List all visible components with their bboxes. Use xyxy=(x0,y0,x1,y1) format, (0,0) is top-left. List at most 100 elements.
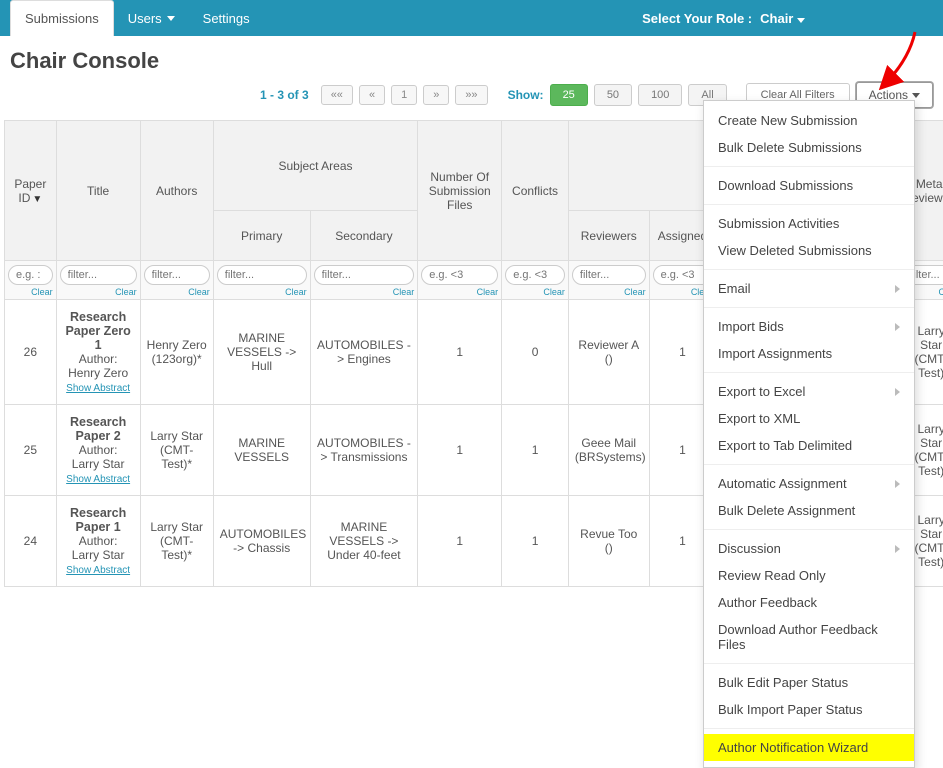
conflicts-link[interactable]: 1 xyxy=(502,405,569,496)
reviewers-cell: Revue Too () xyxy=(568,496,649,587)
col-subject-areas: Subject Areas xyxy=(213,121,417,211)
paper-id-link[interactable]: 25 xyxy=(5,405,57,496)
col-primary[interactable]: Primary xyxy=(213,211,310,261)
clear-filter[interactable]: Clear xyxy=(60,287,137,297)
menu-export-tab[interactable]: Export to Tab Delimited xyxy=(704,432,914,459)
role-dropdown[interactable]: Chair xyxy=(760,11,805,26)
secondary-cell: AUTOMOBILES -> Engines xyxy=(310,300,418,405)
pager-info: 1 - 3 of 3 xyxy=(260,88,309,102)
show-25[interactable]: 25 xyxy=(550,84,588,106)
menu-submission-activities[interactable]: Submission Activities xyxy=(704,210,914,237)
conflicts-link[interactable]: 0 xyxy=(502,300,569,405)
tab-label: Settings xyxy=(203,11,250,26)
col-paper-id[interactable]: Paper ID▼ xyxy=(5,121,57,261)
filter-files[interactable] xyxy=(421,265,498,285)
clear-filter[interactable]: Clear xyxy=(505,287,565,297)
title-cell: Research Paper Zero 1Author:Henry ZeroSh… xyxy=(56,300,140,405)
menu-author-feedback[interactable]: Author Feedback xyxy=(704,589,914,616)
filter-conflicts[interactable] xyxy=(505,265,565,285)
menu-bulk-delete-assignment[interactable]: Bulk Delete Assignment xyxy=(704,497,914,524)
clear-filter[interactable]: Clear xyxy=(144,287,210,297)
role-selector: Select Your Role : Chair xyxy=(642,11,933,26)
menu-download-author-feedback[interactable]: Download Author Feedback Files xyxy=(704,616,914,658)
menu-import-assignments[interactable]: Import Assignments xyxy=(704,340,914,367)
filter-primary[interactable] xyxy=(217,265,307,285)
menu-auto-assignment[interactable]: Automatic Assignment xyxy=(704,470,914,497)
tab-submissions[interactable]: Submissions xyxy=(10,0,114,36)
menu-email[interactable]: Email xyxy=(704,275,914,302)
pager-first[interactable]: «« xyxy=(321,85,353,105)
reviewers-cell: Reviewer A () xyxy=(568,300,649,405)
menu-label: Discussion xyxy=(718,541,781,556)
clear-filter[interactable]: Clear xyxy=(572,287,646,297)
menu-bulk-edit-status[interactable]: Bulk Edit Paper Status xyxy=(704,669,914,696)
authors-cell: Larry Star (CMT-Test)* xyxy=(140,405,213,496)
menu-create-submission[interactable]: Create New Submission xyxy=(704,107,914,134)
tab-label: Users xyxy=(128,11,162,26)
filter-authors[interactable] xyxy=(144,265,210,285)
col-reviewers[interactable]: Reviewers xyxy=(568,211,649,261)
menu-label: Export to Excel xyxy=(718,384,805,399)
primary-cell: MARINE VESSELS -> Hull xyxy=(213,300,310,405)
tab-label: Submissions xyxy=(25,11,99,26)
actions-dropdown: Create New Submission Bulk Delete Submis… xyxy=(703,100,915,768)
pager-page[interactable]: 1 xyxy=(391,85,417,105)
title-cell: Research Paper 1Author:Larry StarShow Ab… xyxy=(56,496,140,587)
chevron-down-icon xyxy=(167,16,175,21)
authors-cell: Larry Star (CMT-Test)* xyxy=(140,496,213,587)
menu-label: Email xyxy=(718,281,751,296)
title-cell: Research Paper 2Author:Larry StarShow Ab… xyxy=(56,405,140,496)
role-name: Chair xyxy=(760,11,793,26)
reviewers-cell: Geee Mail (BRSystems) xyxy=(568,405,649,496)
primary-cell: AUTOMOBILES -> Chassis xyxy=(213,496,310,587)
menu-download-submissions[interactable]: Download Submissions xyxy=(704,172,914,199)
show-abstract-link[interactable]: Show Abstract xyxy=(66,383,130,394)
col-conflicts[interactable]: Conflicts xyxy=(502,121,569,261)
col-authors[interactable]: Authors xyxy=(140,121,213,261)
files-cell: 1 xyxy=(418,300,502,405)
secondary-cell: AUTOMOBILES -> Transmissions xyxy=(310,405,418,496)
files-cell: 1 xyxy=(418,405,502,496)
menu-export-excel[interactable]: Export to Excel xyxy=(704,378,914,405)
menu-author-notification-wizard[interactable]: Author Notification Wizard xyxy=(704,734,914,761)
menu-review-read-only[interactable]: Review Read Only xyxy=(704,562,914,589)
col-title[interactable]: Title xyxy=(56,121,140,261)
show-100[interactable]: 100 xyxy=(638,84,682,106)
menu-import-bids[interactable]: Import Bids xyxy=(704,313,914,340)
filter-secondary[interactable] xyxy=(314,265,415,285)
paper-id-link[interactable]: 24 xyxy=(5,496,57,587)
menu-export-xml[interactable]: Export to XML xyxy=(704,405,914,432)
pager-last[interactable]: »» xyxy=(455,85,487,105)
show-label: Show: xyxy=(508,88,544,102)
clear-filter[interactable]: Clear xyxy=(421,287,498,297)
page-title: Chair Console xyxy=(0,36,943,78)
paper-id-link[interactable]: 26 xyxy=(5,300,57,405)
clear-filter[interactable]: Clear xyxy=(217,287,307,297)
pager-prev[interactable]: « xyxy=(359,85,385,105)
conflicts-link[interactable]: 1 xyxy=(502,496,569,587)
primary-cell: MARINE VESSELS xyxy=(213,405,310,496)
menu-bulk-delete-submissions[interactable]: Bulk Delete Submissions xyxy=(704,134,914,161)
show-50[interactable]: 50 xyxy=(594,84,632,106)
col-num-files[interactable]: Number Of Submission Files xyxy=(418,121,502,261)
secondary-cell: MARINE VESSELS -> Under 40-feet xyxy=(310,496,418,587)
tab-users[interactable]: Users xyxy=(114,0,189,36)
clear-filter[interactable]: Clear xyxy=(8,287,53,297)
menu-label: Automatic Assignment xyxy=(718,476,847,491)
show-abstract-link[interactable]: Show Abstract xyxy=(66,474,130,485)
authors-cell: Henry Zero (123org)* xyxy=(140,300,213,405)
show-abstract-link[interactable]: Show Abstract xyxy=(66,565,130,576)
menu-label: Import Bids xyxy=(718,319,784,334)
filter-title[interactable] xyxy=(60,265,137,285)
col-secondary[interactable]: Secondary xyxy=(310,211,418,261)
tab-settings[interactable]: Settings xyxy=(189,0,264,36)
filter-paper-id[interactable] xyxy=(8,265,53,285)
role-prompt: Select Your Role : xyxy=(642,11,752,26)
filter-reviewers[interactable] xyxy=(572,265,646,285)
menu-view-deleted[interactable]: View Deleted Submissions xyxy=(704,237,914,264)
sort-desc-icon: ▼ xyxy=(32,194,42,205)
clear-filter[interactable]: Clear xyxy=(314,287,415,297)
menu-discussion[interactable]: Discussion xyxy=(704,535,914,562)
pager-next[interactable]: » xyxy=(423,85,449,105)
menu-bulk-import-status[interactable]: Bulk Import Paper Status xyxy=(704,696,914,723)
